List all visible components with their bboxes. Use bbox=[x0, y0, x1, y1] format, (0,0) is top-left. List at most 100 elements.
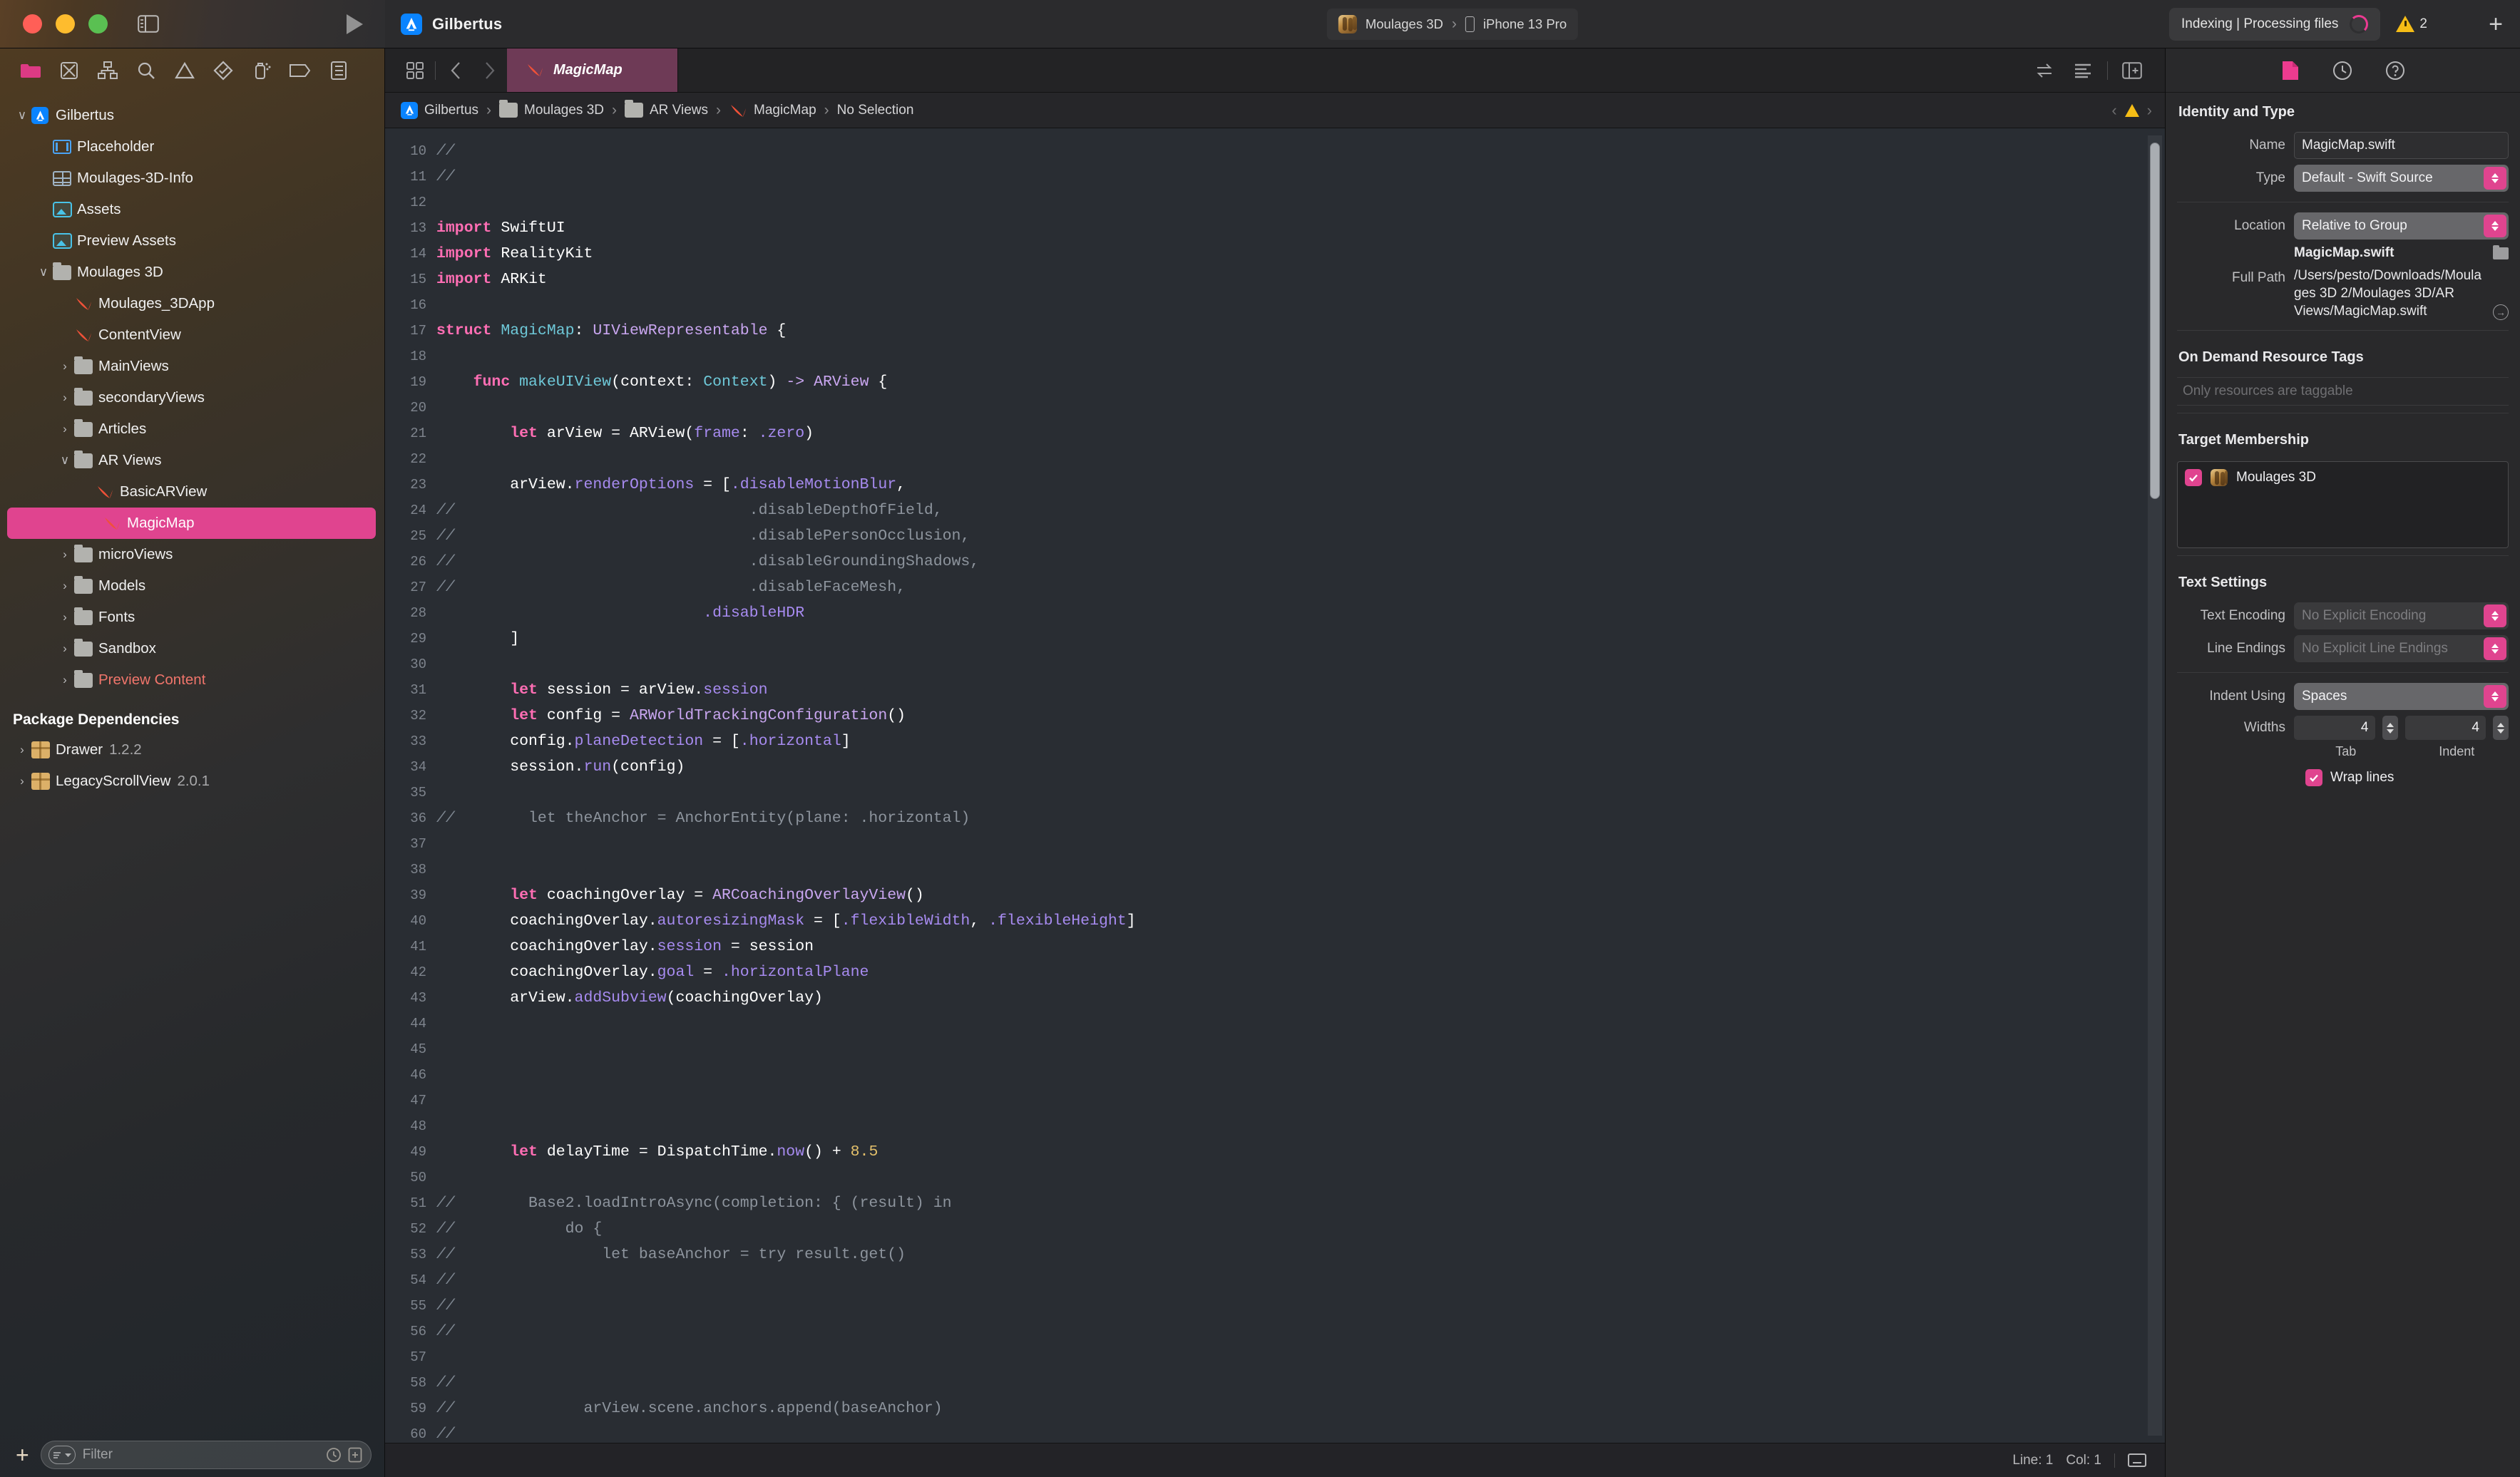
add-editor-icon[interactable] bbox=[2115, 48, 2149, 93]
chevron-right-icon[interactable]: › bbox=[56, 610, 74, 624]
breadcrumb[interactable]: Gilbertus›Moulages 3D›AR Views›MagicMap›… bbox=[385, 93, 2165, 128]
code-line[interactable]: // .disableDepthOfField, bbox=[436, 498, 2165, 523]
code-line[interactable]: // .disablePersonOcclusion, bbox=[436, 523, 2165, 549]
add-editor-plus-button[interactable]: + bbox=[2489, 12, 2503, 36]
code-line[interactable] bbox=[436, 344, 2165, 369]
play-icon[interactable] bbox=[345, 14, 364, 35]
project-navigator-tree[interactable]: ∨Gilbertus›Placeholder›Moulages-3D-Info›… bbox=[0, 93, 384, 1433]
chevron-right-icon[interactable]: › bbox=[56, 642, 74, 656]
chevron-right-icon[interactable]: › bbox=[13, 774, 31, 788]
code-line[interactable]: coachingOverlay.goal = .horizontalPlane bbox=[436, 959, 2165, 985]
choose-folder-icon[interactable] bbox=[2493, 247, 2509, 259]
code-line[interactable] bbox=[436, 1344, 2165, 1370]
code-line[interactable] bbox=[436, 1088, 2165, 1113]
code-line[interactable]: let config = ARWorldTrackingConfiguratio… bbox=[436, 703, 2165, 729]
code-line[interactable] bbox=[436, 190, 2165, 215]
chevron-updown-icon[interactable] bbox=[2484, 685, 2506, 708]
sidebar-item-moulages-3d[interactable]: ∨Moulages 3D bbox=[0, 257, 384, 288]
source-editor[interactable]: 1011121314151617181920212223242526272829… bbox=[385, 128, 2165, 1443]
sidebar-item-basicarview[interactable]: ›BasicARView bbox=[0, 476, 384, 508]
code-line[interactable] bbox=[436, 1113, 2165, 1139]
sidebar-item-ar-views[interactable]: ∨AR Views bbox=[0, 445, 384, 476]
code-line[interactable]: // bbox=[436, 1293, 2165, 1319]
code-line[interactable]: let coachingOverlay = ARCoachingOverlayV… bbox=[436, 882, 2165, 908]
code-line[interactable]: arView.addSubview(coachingOverlay) bbox=[436, 985, 2165, 1011]
chevron-right-icon[interactable]: › bbox=[56, 422, 74, 436]
history-inspector-tab[interactable] bbox=[2332, 61, 2352, 81]
filter-menu-icon[interactable] bbox=[48, 1446, 76, 1464]
chevron-updown-icon[interactable] bbox=[2484, 167, 2506, 190]
code-line[interactable] bbox=[436, 446, 2165, 472]
code-text[interactable]: //// import SwiftUIimport RealityKitimpo… bbox=[436, 128, 2165, 1443]
code-line[interactable]: .disableHDR bbox=[436, 600, 2165, 626]
minimize-button[interactable] bbox=[56, 14, 75, 34]
location-popup[interactable]: Relative to Group bbox=[2294, 212, 2509, 240]
indent-width-field[interactable]: 4 bbox=[2405, 716, 2486, 740]
tab-width-field[interactable]: 4 bbox=[2294, 716, 2375, 740]
code-line[interactable] bbox=[436, 395, 2165, 421]
symbol-navigator-icon[interactable] bbox=[88, 54, 127, 87]
report-navigator-icon[interactable] bbox=[319, 54, 358, 87]
source-control-filter-icon[interactable] bbox=[348, 1447, 362, 1463]
code-line[interactable]: import RealityKit bbox=[436, 241, 2165, 267]
name-field[interactable]: MagicMap.swift bbox=[2294, 132, 2509, 159]
chevron-right-icon[interactable]: › bbox=[56, 359, 74, 374]
sidebar-item-preview-content[interactable]: ›Preview Content bbox=[0, 664, 384, 696]
sidebar-item-microviews[interactable]: ›microViews bbox=[0, 539, 384, 570]
sidebar-item-articles[interactable]: ›Articles bbox=[0, 413, 384, 445]
find-navigator-icon[interactable] bbox=[127, 54, 165, 87]
sidebar-item-contentview[interactable]: ›ContentView bbox=[0, 319, 384, 351]
code-line[interactable]: struct MagicMap: UIViewRepresentable { bbox=[436, 318, 2165, 344]
code-line[interactable] bbox=[436, 1165, 2165, 1190]
code-line[interactable]: let session = arView.session bbox=[436, 677, 2165, 703]
scrollbar-thumb[interactable] bbox=[2150, 143, 2160, 499]
code-line[interactable]: // bbox=[436, 1267, 2165, 1293]
next-issue-icon[interactable]: › bbox=[2147, 101, 2152, 120]
sidebar-item-mainviews[interactable]: ›MainViews bbox=[0, 351, 384, 382]
sidebar-item-placeholder[interactable]: ›Placeholder bbox=[0, 131, 384, 163]
sidebar-item-models[interactable]: ›Models bbox=[0, 570, 384, 602]
source-control-navigator-icon[interactable] bbox=[50, 54, 88, 87]
minimap-toggle-icon[interactable] bbox=[2128, 1453, 2146, 1467]
code-line[interactable] bbox=[436, 857, 2165, 882]
code-line[interactable]: // do { bbox=[436, 1216, 2165, 1242]
chevron-right-icon[interactable]: › bbox=[13, 743, 31, 757]
issue-navigator-icon[interactable] bbox=[165, 54, 204, 87]
grid-editor-options-icon[interactable] bbox=[398, 48, 432, 93]
code-line[interactable]: ] bbox=[436, 626, 2165, 652]
code-line[interactable]: arView.renderOptions = [.disableMotionBl… bbox=[436, 472, 2165, 498]
breadcrumb-item-gilbertus[interactable]: Gilbertus bbox=[401, 102, 478, 119]
sidebar-item-magicmap[interactable]: ›MagicMap bbox=[7, 508, 376, 539]
code-line[interactable]: // bbox=[436, 1319, 2165, 1344]
back-chevron-icon[interactable] bbox=[439, 48, 473, 93]
add-file-button[interactable]: + bbox=[16, 1447, 29, 1463]
code-line[interactable]: coachingOverlay.autoresizingMask = [.fle… bbox=[436, 908, 2165, 934]
breadcrumb-item-magicmap[interactable]: MagicMap bbox=[729, 103, 816, 118]
reveal-in-finder-icon[interactable]: → bbox=[2493, 304, 2509, 320]
code-line[interactable]: // Base2.loadIntroAsync(completion: { (r… bbox=[436, 1190, 2165, 1216]
tab-width-stepper[interactable] bbox=[2382, 716, 2398, 740]
chevron-down-icon[interactable]: ∨ bbox=[56, 453, 74, 468]
sidebar-item-assets[interactable]: ›Assets bbox=[0, 194, 384, 225]
recent-icon[interactable] bbox=[326, 1447, 342, 1463]
editor-tab-magicmap[interactable]: MagicMap bbox=[507, 48, 678, 92]
close-button[interactable] bbox=[23, 14, 42, 34]
code-line[interactable]: session.run(config) bbox=[436, 754, 2165, 780]
filter-input[interactable]: Filter bbox=[41, 1441, 372, 1469]
sidebar-item-legacyscrollview[interactable]: ›LegacyScrollView2.0.1 bbox=[0, 766, 384, 797]
code-line[interactable] bbox=[436, 1036, 2165, 1062]
sidebar-item-secondaryviews[interactable]: ›secondaryViews bbox=[0, 382, 384, 413]
forward-chevron-icon[interactable] bbox=[473, 48, 507, 93]
encoding-popup[interactable]: No Explicit Encoding bbox=[2294, 602, 2509, 629]
code-line[interactable]: let delayTime = DispatchTime.now() + 8.5 bbox=[436, 1139, 2165, 1165]
code-line[interactable]: // bbox=[436, 1370, 2165, 1396]
checkbox-checked-icon[interactable] bbox=[2185, 469, 2202, 486]
checkbox-checked-icon[interactable] bbox=[2305, 769, 2322, 786]
code-line[interactable]: // bbox=[436, 138, 2165, 164]
sidebar-item-moulages-3dapp[interactable]: ›Moulages_3DApp bbox=[0, 288, 384, 319]
code-line[interactable]: import ARKit bbox=[436, 267, 2165, 292]
code-line[interactable]: // bbox=[436, 164, 2165, 190]
scheme-selector[interactable]: Moulages 3D › iPhone 13 Pro bbox=[1327, 9, 1578, 40]
warning-triangle-icon[interactable] bbox=[2125, 104, 2139, 117]
code-line[interactable]: config.planeDetection = [.horizontal] bbox=[436, 729, 2165, 754]
